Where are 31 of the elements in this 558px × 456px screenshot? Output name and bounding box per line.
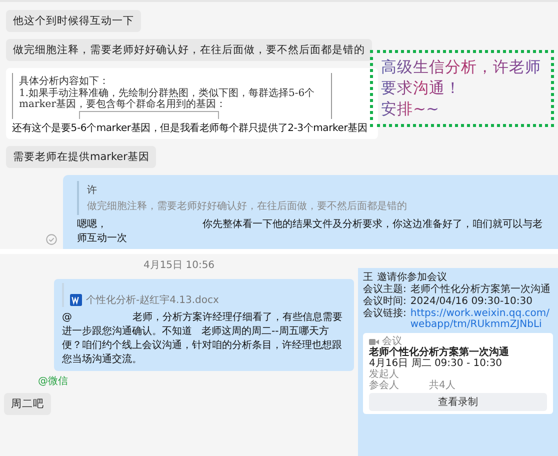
meeting-card[interactable]: 会议 老师个性化分析方案第一次沟通 4月16日 周二 09:30 - 10:30 发起人 参会人 共4人 查看录制 bbox=[363, 333, 553, 414]
meeting-tag: 会议 bbox=[382, 336, 402, 347]
meeting-title: 老师个性化分析方案第一次沟通 bbox=[369, 347, 510, 358]
quote-text: 做完细胞注释，需要老师好好确认好，在往后面做，要不然后面都是错的 bbox=[87, 200, 408, 213]
field-label: 会议链接: bbox=[363, 308, 406, 321]
message-bubble: 周二吧 bbox=[4, 393, 51, 415]
meeting-time: 4月16日 周二 09:30 - 10:30 bbox=[369, 358, 504, 369]
meeting-link[interactable]: https://work.weixin.qq.com/webapp/tm/RUkmmZJNbLi bbox=[410, 308, 553, 330]
inviter-name: 王 bbox=[363, 272, 373, 283]
field-label: 会议主题: bbox=[363, 284, 406, 295]
message-text: 嗯嗯， 你先整体看一下他的结果文件及分析要求，你这边准备好了，咱们就可以与老师互动一次 bbox=[77, 218, 544, 246]
message-bubble: 需要老师在提供marker基因 bbox=[6, 146, 156, 168]
message-bubble: 做完细胞注释，需要老师好好确认好，在往后面做，要不然后面都是错的 bbox=[6, 39, 372, 61]
row-label: 参会人 bbox=[369, 380, 399, 391]
timestamp: 4月15日 10:56 bbox=[143, 259, 215, 272]
field-value: 老师个性化分析方案第一次沟通 bbox=[410, 284, 550, 295]
row-label: 发起人 bbox=[369, 369, 399, 380]
quote-author: 许 bbox=[87, 184, 98, 197]
video-camera-icon bbox=[369, 338, 379, 346]
message-text: @ 老师，分析方案许经理仔细看了，有些信息需要进一步跟您沟通确认。不知道 老师这周的周二--周五哪天方便？咱们约个线上会议沟通，针对咱的分析条目，许经理也想跟您当场沟通交流。 bbox=[62, 311, 344, 367]
field-label: 会议时间: bbox=[363, 296, 406, 307]
row-value: 共4人 bbox=[429, 380, 456, 391]
excerpt-text: 具体分析内容如下： bbox=[19, 76, 110, 87]
excerpt-text: 1.如果手动注释准确，先绘制分群热图，类似下图，每群选择5-6个marker基因，要包含每个群命名用到的基因： bbox=[19, 88, 316, 110]
message-bubble: 他这个到时候得互动一下 bbox=[6, 10, 141, 32]
invite-text: 邀请你参加会议 bbox=[377, 272, 447, 283]
message-text: 还有这个是要5-6个marker基因，但是我看老师每个群只提供了2-3个marker基因 bbox=[12, 122, 368, 135]
view-recording-button[interactable]: 查看录制 bbox=[369, 393, 547, 411]
word-document-icon bbox=[70, 294, 82, 306]
source-label: @微信 bbox=[38, 375, 68, 388]
field-value: 2024/04/16 09:30-10:30 bbox=[410, 296, 532, 307]
